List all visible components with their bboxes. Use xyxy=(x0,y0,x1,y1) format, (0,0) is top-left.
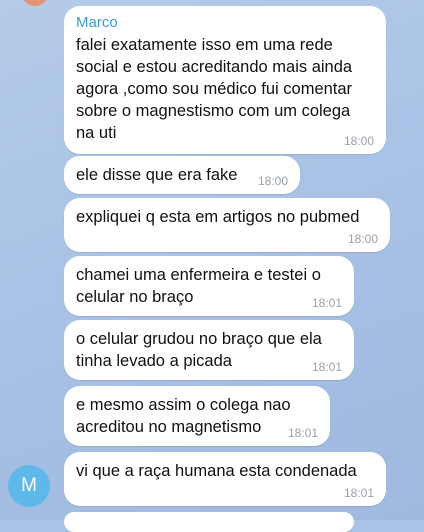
message-bubble[interactable]: chamei uma enfermeira e testei o celular… xyxy=(64,256,354,316)
message-text: ele disse que era fake xyxy=(76,166,238,184)
message-time: 18:00 xyxy=(257,174,288,188)
sender-name[interactable]: Marco xyxy=(76,14,374,32)
message-bubble[interactable]: Marco falei exatamente isso em uma rede … xyxy=(64,6,386,154)
next-message-bubble[interactable] xyxy=(64,512,354,532)
message-bubble[interactable]: vi que a raça humana esta condenada 18:0… xyxy=(64,452,386,506)
message-time: 18:01 xyxy=(287,426,318,440)
message-bubble[interactable]: ele disse que era fake 18:00 xyxy=(64,156,300,194)
message-bubble[interactable]: o celular grudou no braço que ela tinha … xyxy=(64,320,354,380)
message-text: expliquei q esta em artigos no pubmed xyxy=(76,208,360,226)
message-time: 18:01 xyxy=(311,296,342,310)
message-time: 18:01 xyxy=(311,360,342,374)
message-time: 18:01 xyxy=(343,486,374,500)
avatar[interactable]: M xyxy=(8,465,50,507)
message-bubble[interactable]: e mesmo assim o colega nao acreditou no … xyxy=(64,386,330,446)
message-text: o celular grudou no braço que ela tinha … xyxy=(76,330,322,370)
message-text: e mesmo assim o colega nao acreditou no … xyxy=(76,396,291,436)
message-text: chamei uma enfermeira e testei o celular… xyxy=(76,266,321,306)
message-time: 18:00 xyxy=(343,134,374,148)
message-text: vi que a raça humana esta condenada xyxy=(76,462,357,480)
message-bubble[interactable]: expliquei q esta em artigos no pubmed 18… xyxy=(64,198,390,252)
message-text: falei exatamente isso em uma rede social… xyxy=(76,36,353,142)
avatar-initial: M xyxy=(21,475,37,496)
message-time: 18:00 xyxy=(347,232,378,246)
